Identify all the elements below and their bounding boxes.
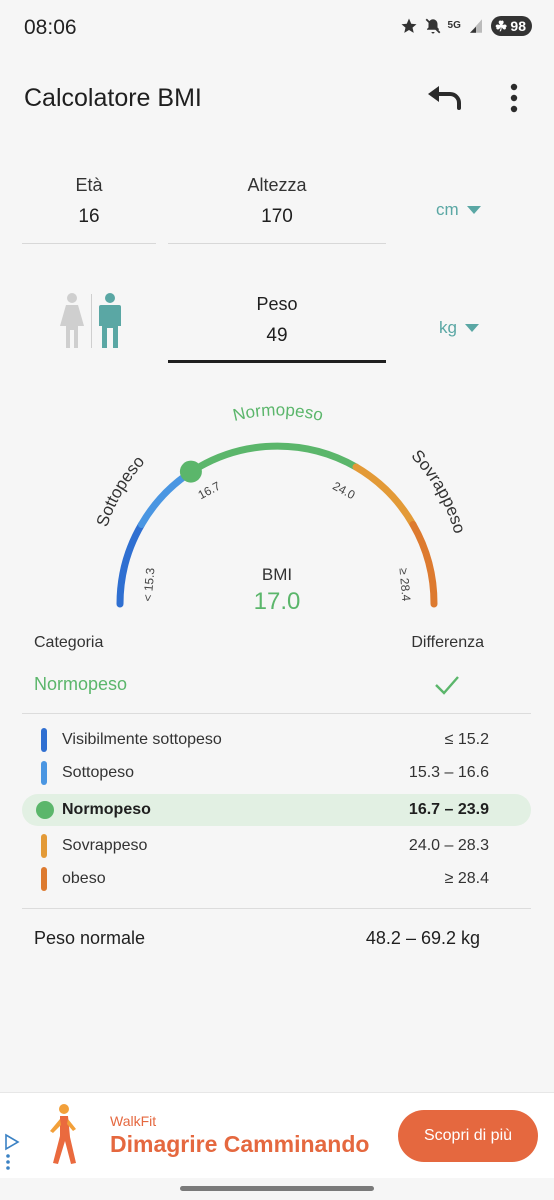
ad-choices-icon[interactable] — [4, 1133, 20, 1173]
undo-icon — [428, 86, 461, 110]
male-icon[interactable] — [97, 292, 123, 350]
undo-button[interactable] — [424, 80, 466, 116]
age-underline — [22, 243, 156, 244]
status-bar: 08:06 5G ☘ 98 — [0, 0, 554, 56]
category-color-marker — [41, 761, 47, 785]
gauge-pointer — [179, 460, 202, 483]
home-indicator[interactable] — [180, 1186, 374, 1191]
category-header: Categoria — [34, 634, 104, 651]
app-bar: Calcolatore BMI — [0, 66, 554, 130]
ad-cta-button[interactable]: Scopri di più — [398, 1110, 538, 1162]
age-label: Età — [75, 175, 103, 195]
weight-underline — [168, 360, 386, 363]
category-color-marker — [41, 834, 47, 858]
category-name: Normopeso — [62, 801, 151, 818]
chevron-down-icon — [466, 206, 481, 214]
check-icon — [435, 676, 459, 695]
status-time: 08:06 — [24, 16, 77, 39]
gender-divider — [91, 294, 92, 348]
current-category: Normopeso — [34, 674, 128, 694]
gauge-tick-min: < 15.3 — [141, 567, 158, 602]
gauge-tick-normal-start: 16.7 — [196, 479, 223, 502]
category-range: 16.7 – 23.9 — [408, 801, 489, 818]
signal-icon — [469, 19, 482, 33]
height-unit-select[interactable]: cm — [436, 200, 481, 220]
gauge-label-underweight: Sottopeso — [93, 452, 149, 529]
mute-icon — [425, 18, 440, 34]
gauge-segment-overweight — [352, 463, 417, 528]
height-unit-label: cm — [436, 200, 459, 219]
page-title: Calcolatore BMI — [24, 84, 202, 112]
weight-unit-select[interactable]: kg — [439, 318, 479, 338]
height-label: Altezza — [247, 175, 307, 195]
category-row: Visibilmente sottopeso ≤ 15.2 — [22, 724, 531, 756]
network-label: 5G — [447, 20, 461, 31]
more-vert-icon — [510, 83, 518, 113]
category-row: Sottopeso 15.3 – 16.6 — [22, 757, 531, 789]
age-value: 16 — [78, 206, 100, 227]
category-name: Sovrappeso — [62, 837, 148, 854]
battery-level: 98 — [510, 18, 526, 34]
category-range: ≤ 15.2 — [444, 731, 489, 748]
star-icon — [401, 18, 417, 33]
category-row: obeso ≥ 28.4 — [22, 863, 531, 895]
gauge-tick-obese-start: ≥ 28.4 — [397, 567, 414, 602]
category-color-marker — [41, 867, 47, 891]
gauge-label-overweight: Sovrappeso — [408, 446, 470, 536]
weight-label: Peso — [256, 294, 298, 314]
ad-brand: WalkFit — [110, 1113, 157, 1129]
difference-header: Differenza — [411, 634, 484, 651]
age-field[interactable]: Età 16 — [22, 175, 156, 244]
weight-field[interactable]: Peso 49 — [168, 294, 386, 363]
gauge-segment-severe-underweight — [116, 521, 145, 608]
category-row: Sovrappeso 24.0 – 28.3 — [22, 830, 531, 862]
weight-unit-label: kg — [439, 318, 457, 337]
category-range: 15.3 – 16.6 — [408, 764, 489, 781]
weight-value: 49 — [266, 325, 288, 346]
divider — [22, 908, 531, 909]
category-color-dot — [36, 801, 54, 819]
category-name: Visibilmente sottopeso — [62, 731, 222, 748]
gauge-tick-overweight-start: 24.0 — [330, 479, 357, 502]
category-range: 24.0 – 28.3 — [408, 837, 489, 854]
gauge-segment-normal — [195, 442, 360, 471]
status-icons: 5G ☘ 98 — [400, 16, 532, 36]
height-value: 170 — [261, 206, 293, 227]
category-name: Sottopeso — [62, 764, 135, 781]
height-field[interactable]: Altezza 170 — [168, 175, 386, 244]
category-color-marker — [41, 728, 47, 752]
gauge-segment-obese — [409, 521, 438, 608]
normal-weight-value: 48.2 – 69.2 kg — [365, 928, 480, 948]
chevron-down-icon — [464, 324, 479, 332]
bmi-gauge: Sottopeso Normopeso Sovrappeso < 15.3 16… — [93, 400, 470, 608]
walker-icon — [50, 1104, 76, 1164]
battery-indicator: ☘ 98 — [490, 16, 532, 36]
more-options-button[interactable] — [498, 78, 530, 118]
category-name: obeso — [62, 870, 106, 887]
ad-banner[interactable]: WalkFit Dimagrire Camminando Scopri di p… — [0, 1092, 554, 1178]
bmi-label: BMI — [261, 565, 293, 584]
gender-selector[interactable] — [58, 292, 124, 352]
bmi-value: 17.0 — [253, 588, 301, 615]
battery-leaf-icon: ☘ — [494, 17, 508, 34]
female-icon[interactable] — [58, 292, 86, 350]
normal-weight-label: Peso normale — [34, 928, 146, 948]
category-row: Normopeso 16.7 – 23.9 — [22, 794, 531, 826]
divider — [22, 713, 531, 714]
height-underline — [168, 243, 386, 244]
ad-headline: Dimagrire Camminando — [110, 1131, 370, 1157]
category-range: ≥ 28.4 — [444, 870, 489, 887]
gauge-label-normal: Normopeso — [231, 400, 325, 425]
